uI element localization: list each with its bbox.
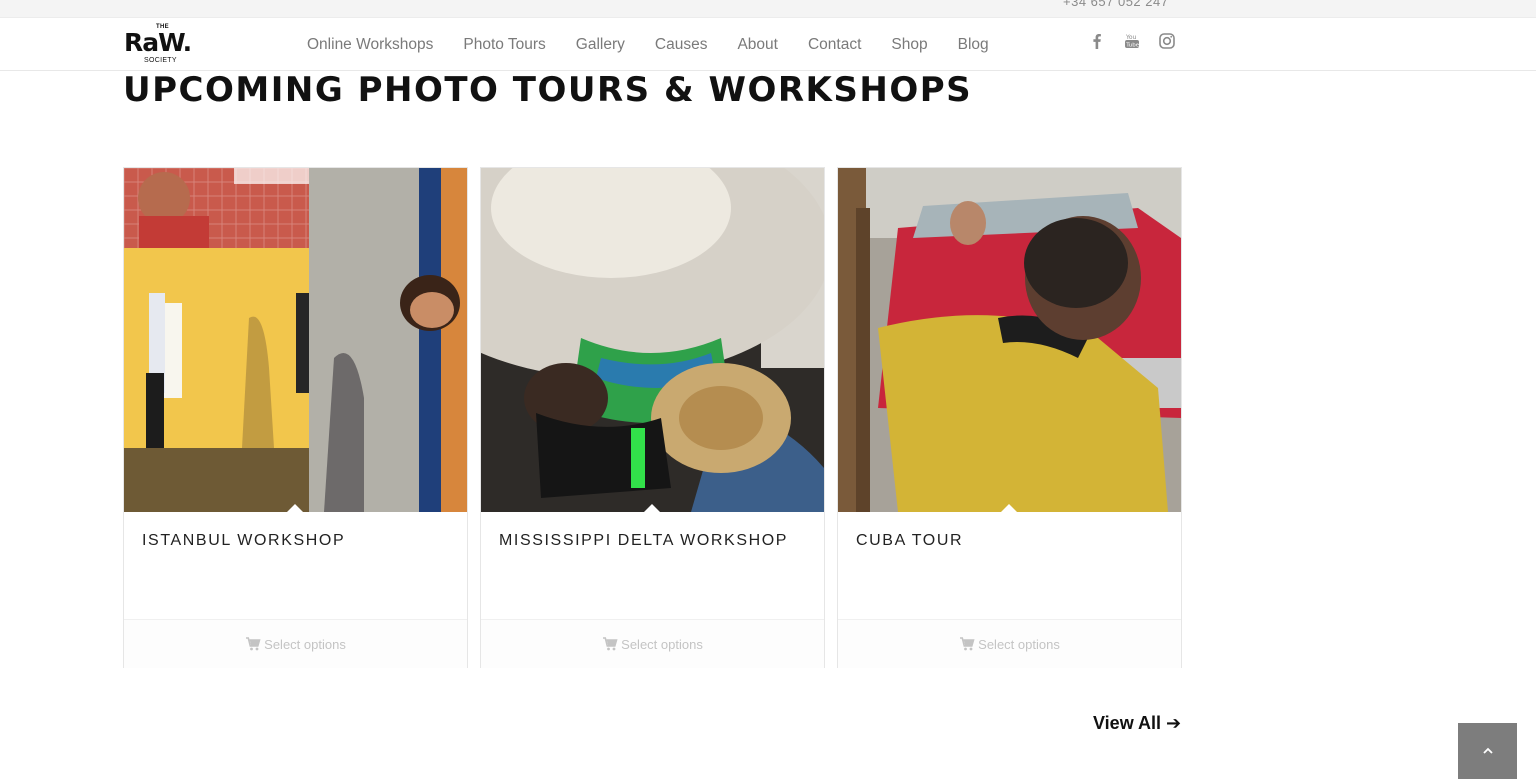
- istanbul-photo[interactable]: [124, 168, 467, 512]
- scroll-top-button[interactable]: [1458, 723, 1517, 779]
- card-notch: [287, 504, 303, 512]
- instagram-icon[interactable]: [1158, 32, 1176, 50]
- select-options-label: Select options: [621, 636, 703, 652]
- card-notch: [1001, 504, 1017, 512]
- social-links: You Tube: [1088, 32, 1176, 50]
- select-options-button[interactable]: Select options: [838, 619, 1181, 668]
- nav-causes[interactable]: Causes: [655, 36, 708, 54]
- chevron-up-icon: [1481, 744, 1495, 758]
- nav-photo-tours[interactable]: Photo Tours: [463, 36, 545, 54]
- card-notch: [644, 504, 660, 512]
- select-options-button[interactable]: Select options: [481, 619, 824, 668]
- top-bar: +34 657 052 247: [0, 0, 1536, 18]
- cart-icon: [959, 636, 975, 652]
- cart-icon: [602, 636, 618, 652]
- phone-number[interactable]: +34 657 052 247: [1063, 0, 1168, 9]
- nav-online-workshops[interactable]: Online Workshops: [307, 36, 433, 54]
- select-options-button[interactable]: Select options: [124, 619, 467, 668]
- card-title[interactable]: ISTANBUL WORKSHOP: [142, 532, 345, 550]
- select-options-label: Select options: [978, 636, 1060, 652]
- logo-society: SOCIETY: [144, 57, 177, 64]
- youtube-icon[interactable]: You Tube: [1123, 32, 1141, 50]
- facebook-icon[interactable]: [1088, 32, 1106, 50]
- nav-about[interactable]: About: [737, 36, 778, 54]
- nav-contact[interactable]: Contact: [808, 36, 861, 54]
- svg-text:You: You: [1125, 34, 1137, 41]
- site-header: THE RaW. SOCIETY Online Workshops Photo …: [0, 18, 1536, 71]
- card-title[interactable]: CUBA TOUR: [856, 532, 963, 550]
- nav-gallery[interactable]: Gallery: [576, 36, 625, 54]
- nav-blog[interactable]: Blog: [958, 36, 989, 54]
- logo-name: RaW.: [124, 28, 192, 57]
- product-card-mississippi: MISSISSIPPI DELTA WORKSHOP Select option…: [480, 167, 825, 668]
- product-card-istanbul: ISTANBUL WORKSHOP Select options: [123, 167, 468, 668]
- page-title: UPCOMING PHOTO TOURS & WORKSHOPS: [123, 70, 973, 110]
- main-nav: Online Workshops Photo Tours Gallery Cau…: [307, 18, 1019, 71]
- nav-shop[interactable]: Shop: [891, 36, 927, 54]
- view-all-link[interactable]: View All ➔: [1093, 713, 1181, 734]
- site-logo[interactable]: THE RaW. SOCIETY: [124, 22, 204, 68]
- card-title[interactable]: MISSISSIPPI DELTA WORKSHOP: [499, 532, 788, 550]
- select-options-label: Select options: [264, 636, 346, 652]
- mississippi-photo[interactable]: [481, 168, 824, 512]
- cart-icon: [245, 636, 261, 652]
- svg-text:Tube: Tube: [1125, 42, 1140, 48]
- product-card-cuba: CUBA TOUR Select options: [837, 167, 1182, 668]
- cuba-photo[interactable]: [838, 168, 1181, 512]
